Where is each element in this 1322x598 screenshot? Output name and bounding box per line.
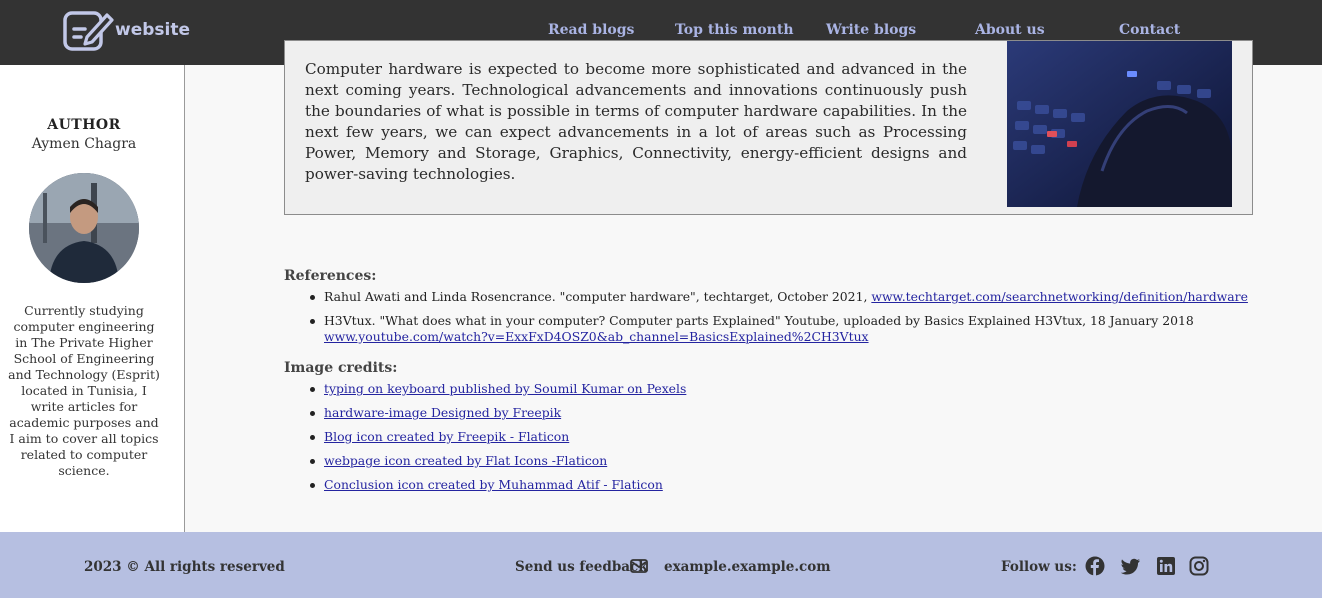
linkedin-icon[interactable]: [1156, 556, 1176, 576]
facebook-icon[interactable]: [1085, 556, 1105, 576]
keyboard-image: [1007, 41, 1232, 207]
author-avatar: [29, 173, 139, 283]
footer: 2023 © All rights reserved Send us feedb…: [0, 532, 1322, 598]
author-label: AUTHOR: [47, 117, 121, 133]
article-conclusion-card: Computer hardware is expected to become …: [284, 40, 1253, 215]
twitter-icon[interactable]: [1121, 556, 1141, 576]
credit-link[interactable]: typing on keyboard published by Soumil K…: [324, 381, 686, 396]
nav-contact[interactable]: Contact: [1119, 22, 1180, 38]
image-credits-title: Image credits:: [284, 360, 398, 376]
reference-item: H3Vtux. "What does what in your computer…: [308, 313, 1268, 345]
nav-write-blogs[interactable]: Write blogs: [826, 22, 916, 38]
reference-link[interactable]: www.techtarget.com/searchnetworking/defi…: [871, 289, 1248, 304]
credit-item: Blog icon created by Freepik - Flaticon: [308, 429, 908, 445]
brand-name: website: [115, 20, 191, 40]
author-bio: Currently studying computer engineering …: [8, 303, 160, 478]
reference-link[interactable]: www.youtube.com/watch?v=ExxFxD4OSZ0&ab_c…: [324, 329, 869, 344]
credit-item: webpage icon created by Flat Icons -Flat…: [308, 453, 908, 469]
author-name: Aymen Chagra: [31, 136, 137, 152]
nav-read-blogs[interactable]: Read blogs: [548, 22, 634, 38]
image-credits-list: typing on keyboard published by Soumil K…: [308, 381, 908, 493]
envelope-icon[interactable]: [630, 558, 648, 574]
copyright-text: 2023 © All rights reserved: [84, 559, 285, 575]
feedback-email[interactable]: example.example.com: [664, 559, 831, 575]
credit-item: hardware-image Designed by Freepik: [308, 405, 908, 421]
credit-link[interactable]: Conclusion icon created by Muhammad Atif…: [324, 477, 663, 492]
nav-top-this-month[interactable]: Top this month: [675, 22, 794, 38]
credit-link[interactable]: webpage icon created by Flat Icons -Flat…: [324, 453, 607, 468]
nav-about-us[interactable]: About us: [975, 22, 1045, 38]
article-paragraph: Computer hardware is expected to become …: [305, 60, 967, 183]
reference-text: Rahul Awati and Linda Rosencrance. "comp…: [324, 289, 872, 304]
reference-item: Rahul Awati and Linda Rosencrance. "comp…: [308, 289, 1268, 305]
credit-link[interactable]: hardware-image Designed by Freepik: [324, 405, 561, 420]
credit-item: typing on keyboard published by Soumil K…: [308, 381, 908, 397]
references-list: Rahul Awati and Linda Rosencrance. "comp…: [308, 289, 1268, 345]
brand-logo[interactable]: website: [63, 7, 190, 53]
credit-link[interactable]: Blog icon created by Freepik - Flaticon: [324, 429, 569, 444]
credit-item: Conclusion icon created by Muhammad Atif…: [308, 477, 908, 493]
reference-text: H3Vtux. "What does what in your computer…: [324, 313, 1194, 328]
instagram-icon[interactable]: [1189, 556, 1209, 576]
references-title: References:: [284, 268, 377, 284]
follow-us-label: Follow us:: [1001, 559, 1077, 575]
feedback-label: Send us feedback: [515, 559, 648, 575]
author-sidebar: AUTHOR Aymen Chagra Currently studying c…: [0, 65, 185, 532]
blog-edit-icon: [63, 11, 114, 51]
